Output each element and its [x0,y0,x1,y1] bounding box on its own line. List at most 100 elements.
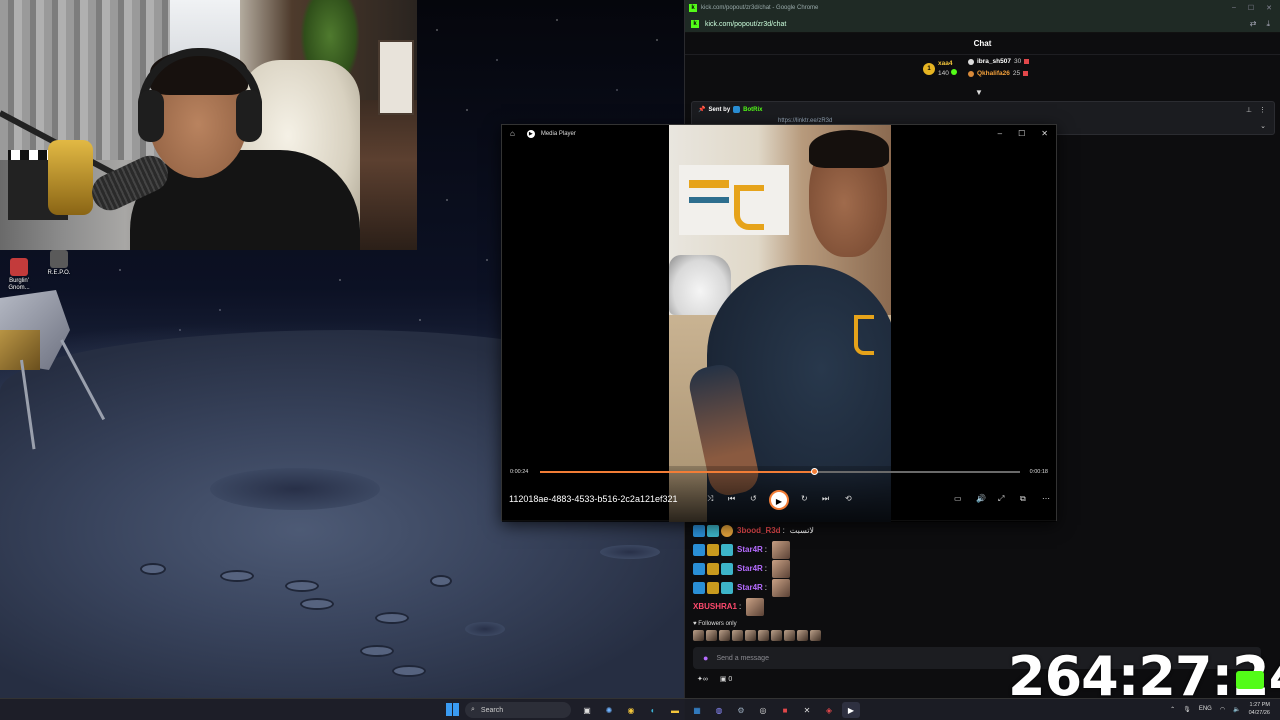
forward-icon[interactable]: ↻ [801,494,808,503]
chat-username[interactable]: 3bood_R3d [737,526,781,535]
task-view-icon[interactable]: ▣ [578,702,596,718]
leaderboard-second[interactable]: ibra_sh507 30 [968,58,1030,65]
download-icon[interactable]: ⤓ [1266,19,1270,29]
captions-icon[interactable]: ▭ [954,494,962,503]
gift-counter[interactable]: ▣ 0 [720,675,732,683]
emote-button[interactable] [758,630,769,641]
desktop-icon-burglin-gnomes[interactable]: Burglin' Gnom... [2,258,36,292]
app-icon[interactable]: ■ [776,702,794,718]
footprint [430,575,452,587]
moderator-badge-icon [693,581,705,594]
window-titlebar[interactable]: k kick.com/popout/zr3d/chat - Google Chr… [685,0,1280,16]
clock[interactable]: 1:27 PM 04/27/26 [1249,701,1270,717]
seek-thumb[interactable] [810,468,818,475]
player-controls: 0:00:24 0:00:18 112018ae-4883-4533-b516-… [502,466,1056,522]
taskbar-search[interactable]: ⌕ Search [465,702,571,718]
leaderboard-first[interactable]: 1 xaa4 140 [923,60,957,77]
maximize-icon[interactable]: ☐ [1248,4,1254,12]
chat-message[interactable]: Star4R: [693,578,1273,597]
desktop-icon-repo[interactable]: R.E.P.O. [42,250,76,277]
rank-badge: 1 [923,62,935,75]
vip-crown-icon [707,562,719,575]
footprint [285,580,319,592]
more-options-icon[interactable]: ⋯ [1042,494,1050,503]
chat-message[interactable]: Star4R: [693,540,1273,559]
obs-icon[interactable]: ◎ [754,702,772,718]
chat-username[interactable]: Star4R [737,545,763,554]
minimize-icon[interactable]: – [998,129,1002,138]
chat-username[interactable]: Star4R [737,564,763,573]
footprint [392,665,426,677]
shuffle-icon[interactable]: ⤨ [707,494,713,504]
language-indicator[interactable]: ENG [1199,706,1212,712]
chat-message[interactable]: Star4R: [693,559,1273,578]
copilot-icon[interactable]: ✺ [600,702,618,718]
minimize-icon[interactable]: – [1232,4,1236,12]
repeat-icon[interactable]: ⟲ [845,494,852,503]
video-frame[interactable] [669,125,891,522]
chevron-down-icon[interactable]: ⌄ [1260,122,1266,130]
media-player-taskbar-icon[interactable]: ▶ [842,702,860,718]
subscriber-badge-icon [721,543,733,556]
leaderboard-third[interactable]: Qkhalifa26 25 [968,70,1029,77]
fullscreen-icon[interactable]: ⤢ [998,494,1004,504]
previous-icon[interactable]: ⏮ [728,494,735,504]
gift-icon [1024,59,1030,64]
play-button[interactable]: ▶ [769,490,789,510]
close-app-icon[interactable]: ✕ [798,702,816,718]
chat-message[interactable]: XBUSHRA1: [693,597,1273,616]
emote-button[interactable] [771,630,782,641]
seek-bar[interactable] [540,468,1020,475]
search-icon: ⌕ [471,706,475,713]
leaderboard-points: 140 [938,70,949,77]
emote-button[interactable] [719,630,730,641]
rank-icon [968,58,974,65]
window-title: kick.com/popout/zr3d/chat - Google Chrom… [701,5,819,11]
windows-start-icon[interactable] [446,703,459,716]
emote-button[interactable] [784,630,795,641]
scroll-down-arrow-icon[interactable]: ▼ [975,88,983,97]
leaderboard-points: 30 [1013,58,1022,65]
miniplayer-icon[interactable]: ⧉ [1020,494,1026,504]
maximize-icon[interactable]: ☐ [1018,129,1025,138]
translate-icon[interactable]: ⇄ [1250,19,1257,29]
chat-username[interactable]: Star4R [737,583,763,592]
steam-icon[interactable]: ⚙ [732,702,750,718]
player-titlebar[interactable]: ⌂ ▶ Media Player – ☐ ✕ [502,125,1056,142]
emote-button[interactable] [706,630,717,641]
chat-message[interactable]: 3bood_R3d: لاتسبت [693,521,1273,540]
subscriber-badge-icon [721,562,733,575]
discord-icon[interactable]: ◍ [710,702,728,718]
microphone-icon[interactable]: 🎙 [1183,706,1191,713]
rewind-icon[interactable]: ↺ [750,494,757,503]
wifi-icon[interactable]: ◠ [1220,706,1225,713]
store-icon[interactable]: ▦ [688,702,706,718]
recording-icon[interactable]: ◈ [820,702,838,718]
chrome-icon[interactable]: ◉ [622,702,640,718]
file-explorer-icon[interactable]: ▬ [666,702,684,718]
chevron-up-icon[interactable]: ⌃ [1170,706,1175,713]
footprint [375,612,409,624]
points-icon[interactable]: ✦∞ [697,675,708,683]
more-options-icon[interactable]: ⋮ [1259,106,1266,114]
close-icon[interactable]: ✕ [1266,4,1272,12]
url-text[interactable]: kick.com/popout/zr3d/chat [705,21,786,28]
close-icon[interactable]: ✕ [1041,129,1048,138]
emote-button[interactable] [693,630,704,641]
volume-icon[interactable]: 🔊 [976,494,986,503]
home-icon[interactable]: ⌂ [510,129,515,138]
edge-icon[interactable]: ◐ [644,702,662,718]
moderator-badge-icon [693,543,705,556]
emote-button[interactable] [810,630,821,641]
next-icon[interactable]: ⏭ [822,494,829,504]
emote-quick-row [693,630,821,641]
emote-button[interactable] [797,630,808,641]
unpin-icon[interactable]: ⊥ [1246,106,1252,114]
address-bar[interactable]: k kick.com/popout/zr3d/chat ⇄ ⤓ [685,16,1280,33]
settings-icon [1248,655,1256,663]
vip-crown-icon [707,581,719,594]
chat-username[interactable]: XBUSHRA1 [693,602,737,611]
volume-icon[interactable]: 🔈 [1233,706,1240,713]
emote-button[interactable] [732,630,743,641]
emote-button[interactable] [745,630,756,641]
